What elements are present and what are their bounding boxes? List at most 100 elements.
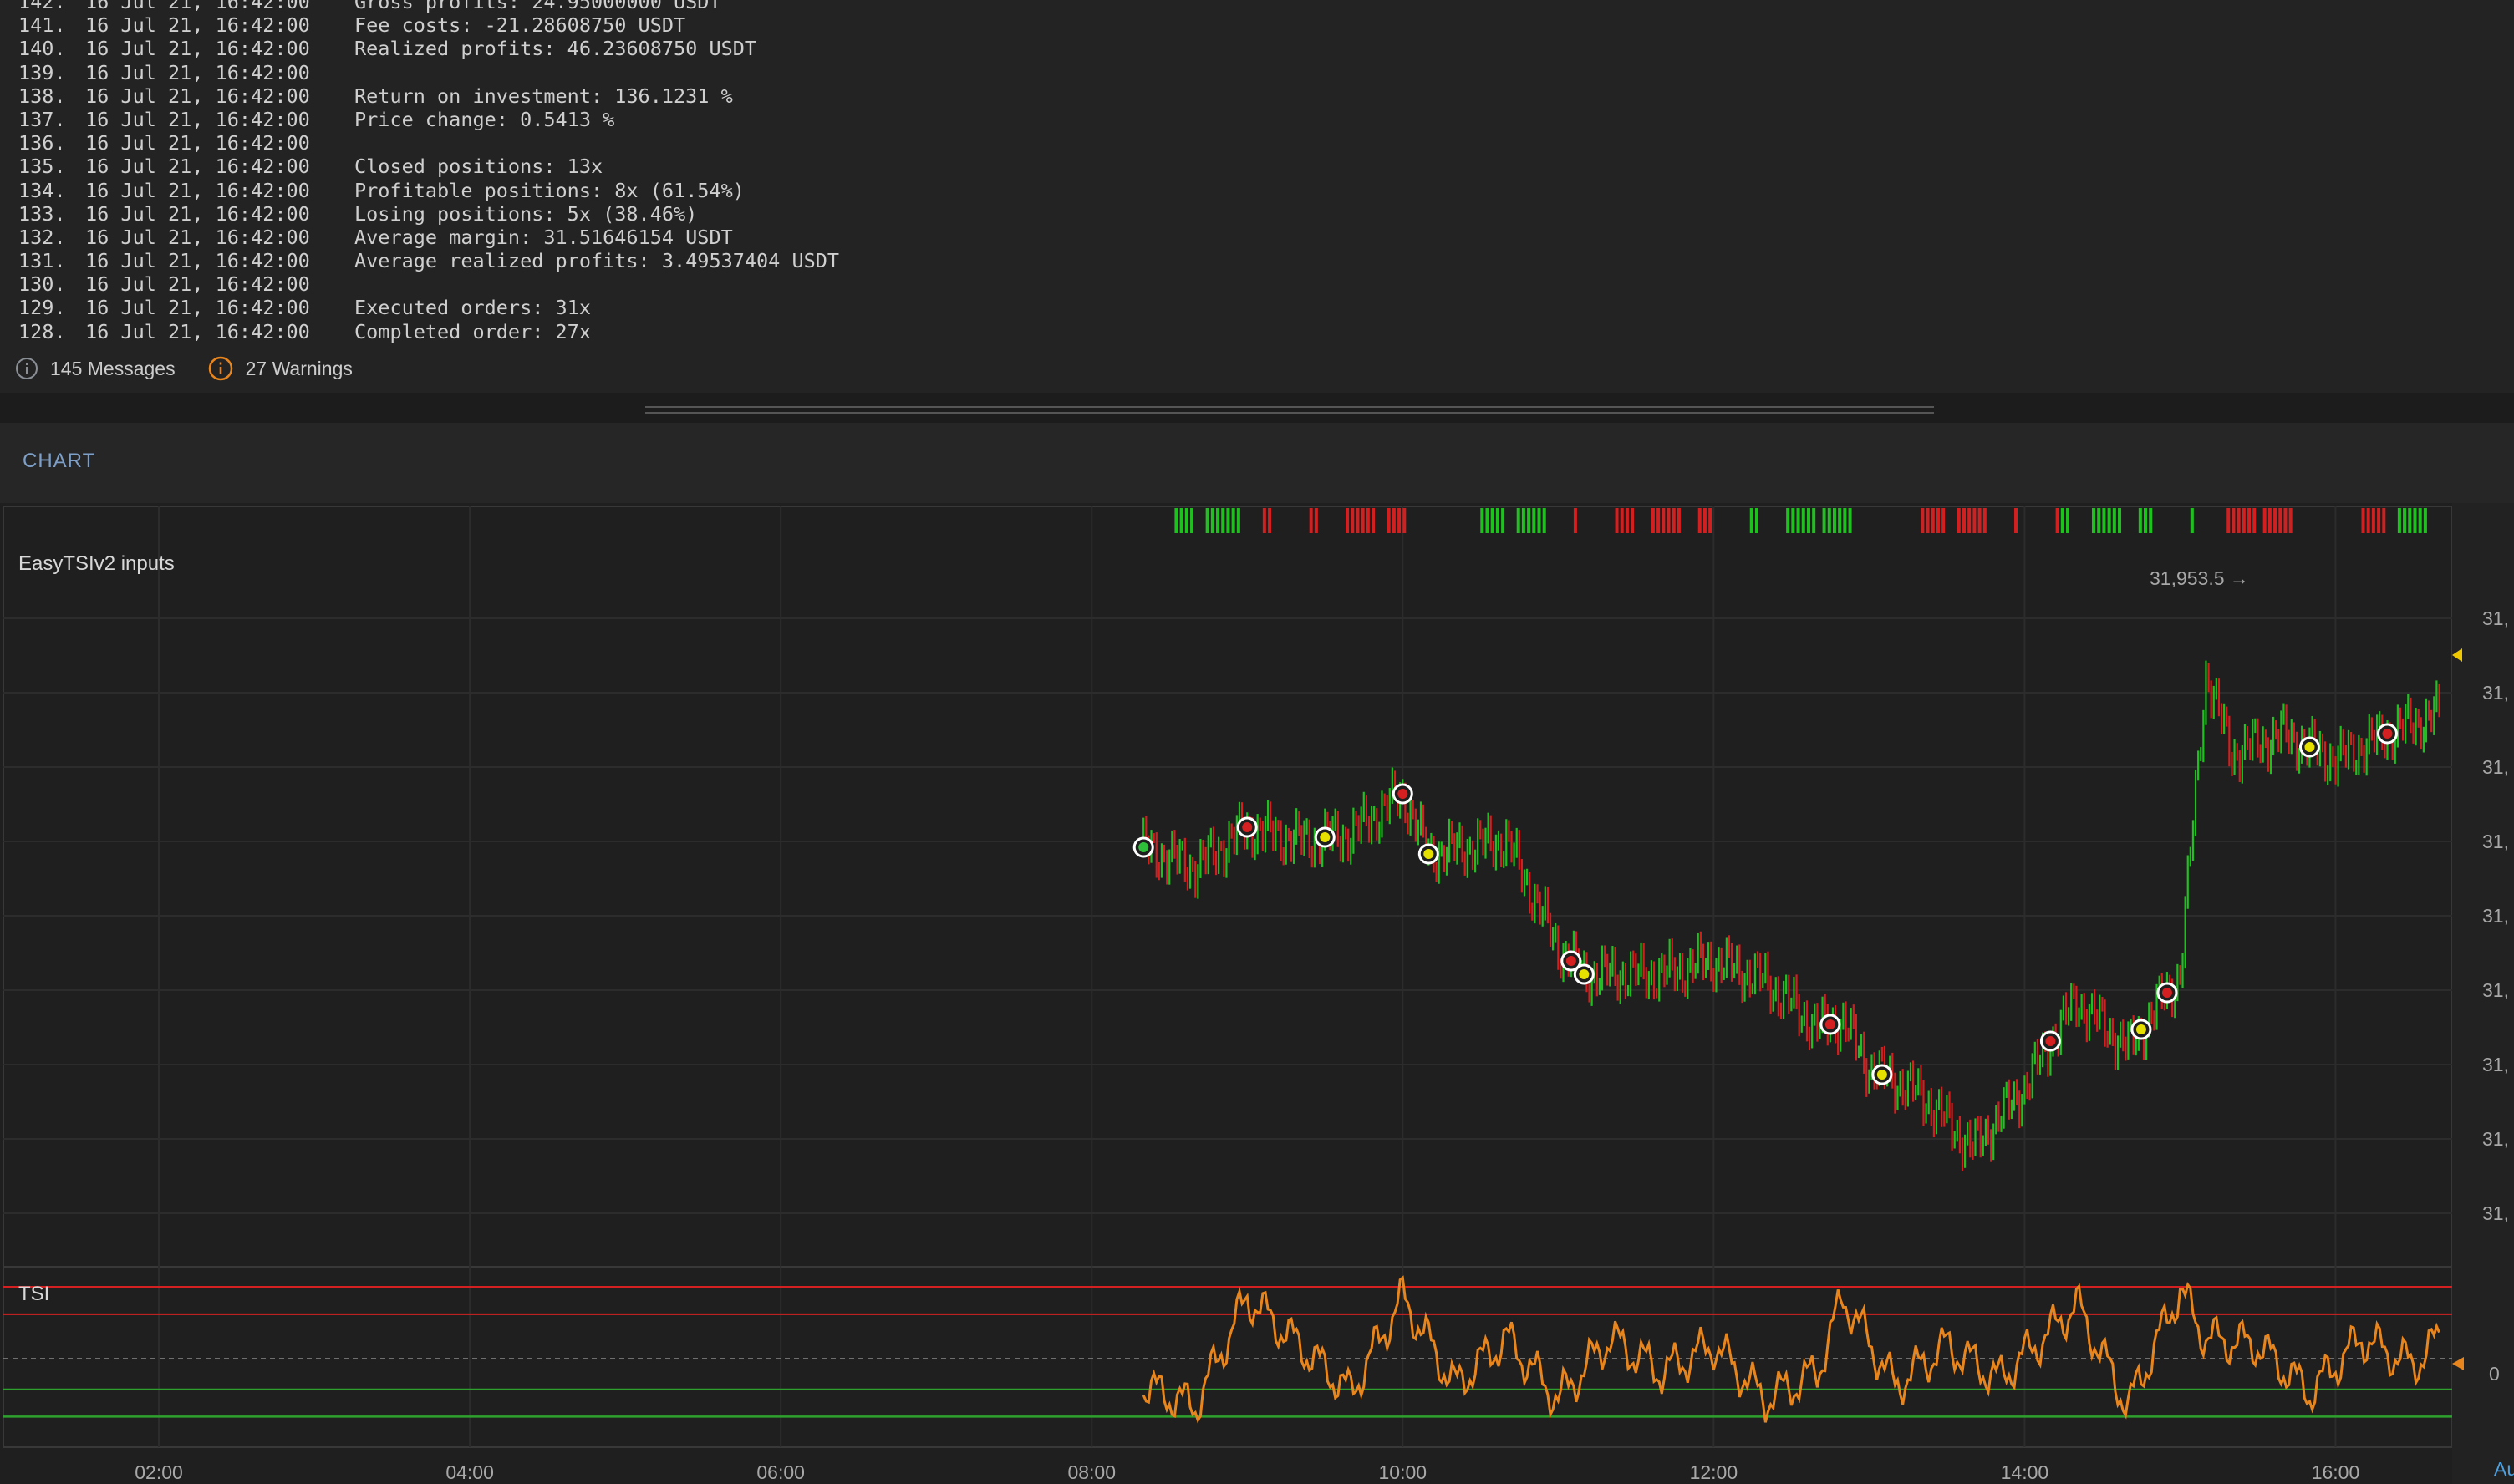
signal-bar (1309, 508, 1313, 533)
signal-bar (1620, 508, 1624, 533)
log-line: 141. 16 Jul 21, 16:42:00 Fee costs: -21.28… (18, 13, 839, 37)
log-line: 139. 16 Jul 21, 16:42:00 (18, 61, 839, 84)
log-time: 16 Jul 21, 16:42:00 (85, 296, 310, 320)
signal-bar (1521, 508, 1525, 533)
warnings-count[interactable]: 27 Warnings (207, 355, 353, 382)
messages-count[interactable]: 145 Messages (15, 357, 176, 380)
signal-bar (2418, 508, 2422, 533)
log-msg: Completed order: 27x (354, 319, 591, 343)
log-line: 134. 16 Jul 21, 16:42:00 Profitable positi… (18, 179, 839, 202)
log-idx: 140. (18, 37, 66, 61)
signal-bar (2237, 508, 2241, 533)
panel-splitter[interactable] (0, 393, 2514, 423)
signal-bar (2408, 508, 2412, 533)
signal-bar (1962, 508, 1966, 533)
log-time: 16 Jul 21, 16:42:00 (85, 225, 310, 249)
price-axis-label: 31, (2482, 1128, 2509, 1150)
signal-bar (1796, 508, 1800, 533)
signal-bar (1356, 508, 1360, 533)
log-idx: 129. (18, 296, 66, 320)
signal-bar (1957, 508, 1961, 533)
signal-bar (2066, 508, 2070, 533)
tsi-pane-label: TSI (18, 1283, 49, 1305)
trade-marker-dot (1876, 1070, 1887, 1080)
chart-area[interactable]: 31, 31, 31, 31, 31, 31, 31, 31, 31, 0 02:00 04:00 06… (0, 503, 2514, 1484)
signal-bar (1926, 508, 1930, 533)
signal-bar (1931, 508, 1935, 533)
trade-marker-dot (1565, 956, 1576, 966)
signal-bar (2371, 508, 2375, 533)
log-idx: 131. (18, 249, 66, 273)
signal-bar (1372, 508, 1376, 533)
signal-bar (2138, 508, 2142, 533)
signal-bar (1677, 508, 1681, 533)
log-time: 16 Jul 21, 16:42:00 (85, 272, 310, 297)
signal-bar (1205, 508, 1209, 533)
log-line: 129. 16 Jul 21, 16:42:00 Executed orders: … (18, 296, 839, 319)
signal-bar (1221, 508, 1225, 533)
signal-bar (1402, 508, 1407, 533)
log-line: 128. 16 Jul 21, 16:42:00 Completed order: … (18, 320, 839, 343)
log-idx: 142. (18, 0, 66, 13)
log-time: 16 Jul 21, 16:42:00 (85, 155, 310, 179)
log-time: 16 Jul 21, 16:42:00 (85, 249, 310, 273)
time-axis-label: 08:00 (1067, 1461, 1116, 1483)
signal-bar (2382, 508, 2386, 533)
signal-bar (2413, 508, 2417, 533)
signal-bar (2273, 508, 2277, 533)
log-msg: Closed positions: 13x (354, 155, 603, 179)
messages-label: 145 Messages (50, 357, 176, 379)
signal-bar (2149, 508, 2153, 533)
log-idx: 141. (18, 13, 66, 38)
log-line: 140. 16 Jul 21, 16:42:00 Realized profits:… (18, 37, 839, 60)
log-msg: Fee costs: -21.28608750 USDT (354, 13, 686, 38)
signal-bar (2361, 508, 2365, 533)
log-time: 16 Jul 21, 16:42:00 (85, 84, 310, 108)
trade-marker-dot (2304, 742, 2315, 752)
signal-bar (1625, 508, 1629, 533)
warnings-label: 27 Warnings (245, 357, 353, 379)
chart-canvas[interactable]: 31, 31, 31, 31, 31, 31, 31, 31, 31, 0 02:00 04:00 06… (0, 503, 2514, 1484)
price-axis-label: 31, (2482, 756, 2509, 778)
log-time: 16 Jul 21, 16:42:00 (85, 131, 310, 155)
signal-bar (1832, 508, 1836, 533)
log-idx: 128. (18, 319, 66, 343)
log-time: 16 Jul 21, 16:42:00 (85, 319, 310, 343)
signal-bar (1210, 508, 1214, 533)
signal-bar (1697, 508, 1702, 533)
signal-bar (1791, 508, 1795, 533)
signal-bar (1179, 508, 1183, 533)
price-axis-label: 31, (2482, 831, 2509, 852)
splitter-grip[interactable] (645, 406, 1934, 414)
signal-bar (1656, 508, 1661, 533)
trade-marker-dot (1579, 969, 1590, 979)
price-axis-label: 31, (2482, 1054, 2509, 1075)
price-pane-label: EasyTSIv2 inputs (18, 552, 175, 575)
signal-bar (1236, 508, 1240, 533)
signal-bar (1537, 508, 1541, 533)
signal-bar (1216, 508, 1220, 533)
trade-marker-dot (1824, 1019, 1835, 1029)
log-line: 142. 16 Jul 21, 16:42:00 Gross profits: 24… (18, 0, 839, 13)
log-line: 137. 16 Jul 21, 16:42:00 Price change: 0.5… (18, 108, 839, 131)
log-idx: 134. (18, 178, 66, 202)
price-axis-label: 31, (2482, 682, 2509, 704)
signal-bar (2060, 508, 2064, 533)
signal-bar (1667, 508, 1671, 533)
signal-bar (1822, 508, 1826, 533)
log-time: 16 Jul 21, 16:42:00 (85, 107, 310, 131)
signal-bar (1480, 508, 1484, 533)
signal-bar (1262, 508, 1266, 533)
log-line: 138. 16 Jul 21, 16:42:00 Return on investm… (18, 84, 839, 108)
chart-header: CHART (0, 423, 2514, 503)
log-line: 130. 16 Jul 21, 16:42:00 (18, 272, 839, 296)
signal-bar (1516, 508, 1520, 533)
log-idx: 137. (18, 107, 66, 131)
tsi-axis-label: 0 (2489, 1363, 2500, 1385)
corner-label: Au (2494, 1458, 2514, 1480)
signal-bar (1827, 508, 1831, 533)
signal-bar (2403, 508, 2407, 533)
log-msg: Price change: 0.5413 % (354, 107, 615, 131)
log-panel[interactable]: 142. 16 Jul 21, 16:42:00 Gross profits: 24… (0, 0, 2514, 343)
log-idx: 133. (18, 201, 66, 226)
